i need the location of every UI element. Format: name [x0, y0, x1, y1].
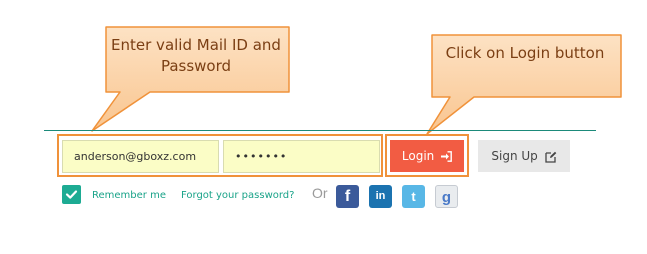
twitter-icon[interactable]: t [402, 185, 425, 208]
or-separator: Or [312, 185, 328, 201]
callout-shapes [91, 26, 622, 135]
edit-icon [544, 151, 556, 163]
email-field[interactable]: anderson@gboxz.com [62, 140, 219, 173]
remember-me-label[interactable]: Remember me [92, 190, 166, 201]
callout-login-text: Click on Login button [445, 44, 605, 62]
login-button[interactable]: Login [390, 140, 464, 172]
password-field[interactable]: ••••••• [223, 140, 380, 173]
signup-button[interactable]: Sign Up [478, 140, 570, 172]
forgot-password-link[interactable]: Forgot your password? [181, 190, 294, 201]
linkedin-icon[interactable]: in [369, 185, 392, 208]
facebook-icon[interactable]: f [336, 185, 359, 208]
signup-button-label: Sign Up [491, 149, 538, 163]
login-button-label: Login [401, 149, 435, 163]
divider-line [44, 130, 596, 131]
google-icon[interactable]: g [435, 185, 458, 208]
checkmark-icon [65, 190, 78, 199]
callout-fields-text: Enter valid Mail ID and Password [111, 36, 281, 75]
sign-in-icon [441, 151, 452, 162]
remember-checkbox[interactable] [62, 185, 81, 204]
